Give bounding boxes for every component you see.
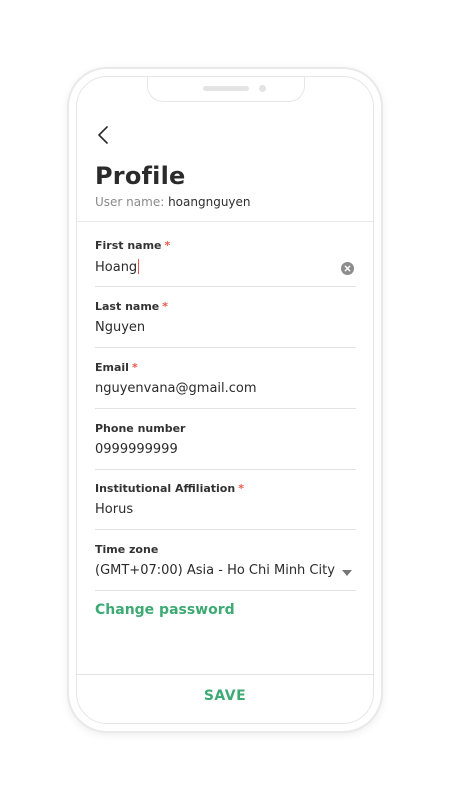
save-button[interactable]: SAVE xyxy=(77,675,373,723)
phone-number-field[interactable]: Phone number 0999999999 xyxy=(95,422,356,470)
required-mark: * xyxy=(164,239,171,252)
chevron-left-icon xyxy=(98,126,108,144)
username-value: hoangnguyen xyxy=(168,195,251,209)
first-name-label: First name * xyxy=(95,239,171,252)
back-button[interactable] xyxy=(95,123,115,147)
timezone-label: Time zone xyxy=(95,543,159,556)
required-mark: * xyxy=(162,300,169,313)
text-caret xyxy=(138,259,140,274)
page-title: Profile xyxy=(95,162,186,190)
required-mark: * xyxy=(131,361,138,374)
first-name-field[interactable]: First name * Hoang xyxy=(95,239,356,287)
required-mark: * xyxy=(238,482,244,495)
app-screen: Profile User name: hoangnguyen First nam… xyxy=(76,76,374,724)
username-row: User name: hoangnguyen xyxy=(95,195,251,209)
affiliation-input[interactable]: Horus xyxy=(95,502,133,517)
timezone-select[interactable]: (GMT+07:00) Asia - Ho Chi Minh City xyxy=(95,563,335,578)
phone-frame: Profile User name: hoangnguyen First nam… xyxy=(69,69,381,731)
email-label: Email * xyxy=(95,361,138,374)
email-input[interactable]: nguyenvana@gmail.com xyxy=(95,381,257,396)
header-divider xyxy=(77,221,373,222)
caret-down-icon[interactable] xyxy=(342,570,352,576)
footer-bar: SAVE xyxy=(77,674,373,723)
username-label: User name: xyxy=(95,195,165,209)
first-name-input[interactable]: Hoang xyxy=(95,259,140,275)
speaker-icon xyxy=(203,86,249,91)
affiliation-field[interactable]: Institutional Affiliation * Horus xyxy=(95,482,356,530)
timezone-field[interactable]: Time zone (GMT+07:00) Asia - Ho Chi Minh… xyxy=(95,543,356,591)
change-password-link[interactable]: Change password xyxy=(95,602,235,618)
phone-notch xyxy=(147,77,305,102)
last-name-label: Last name * xyxy=(95,300,169,313)
last-name-input[interactable]: Nguyen xyxy=(95,320,145,335)
camera-icon xyxy=(259,85,266,92)
phone-number-label: Phone number xyxy=(95,422,186,435)
last-name-field[interactable]: Last name * Nguyen xyxy=(95,300,356,348)
clear-circle-icon[interactable] xyxy=(341,262,354,275)
affiliation-label: Institutional Affiliation * xyxy=(95,482,244,495)
phone-number-input[interactable]: 0999999999 xyxy=(95,442,178,457)
email-field[interactable]: Email * nguyenvana@gmail.com xyxy=(95,361,356,409)
